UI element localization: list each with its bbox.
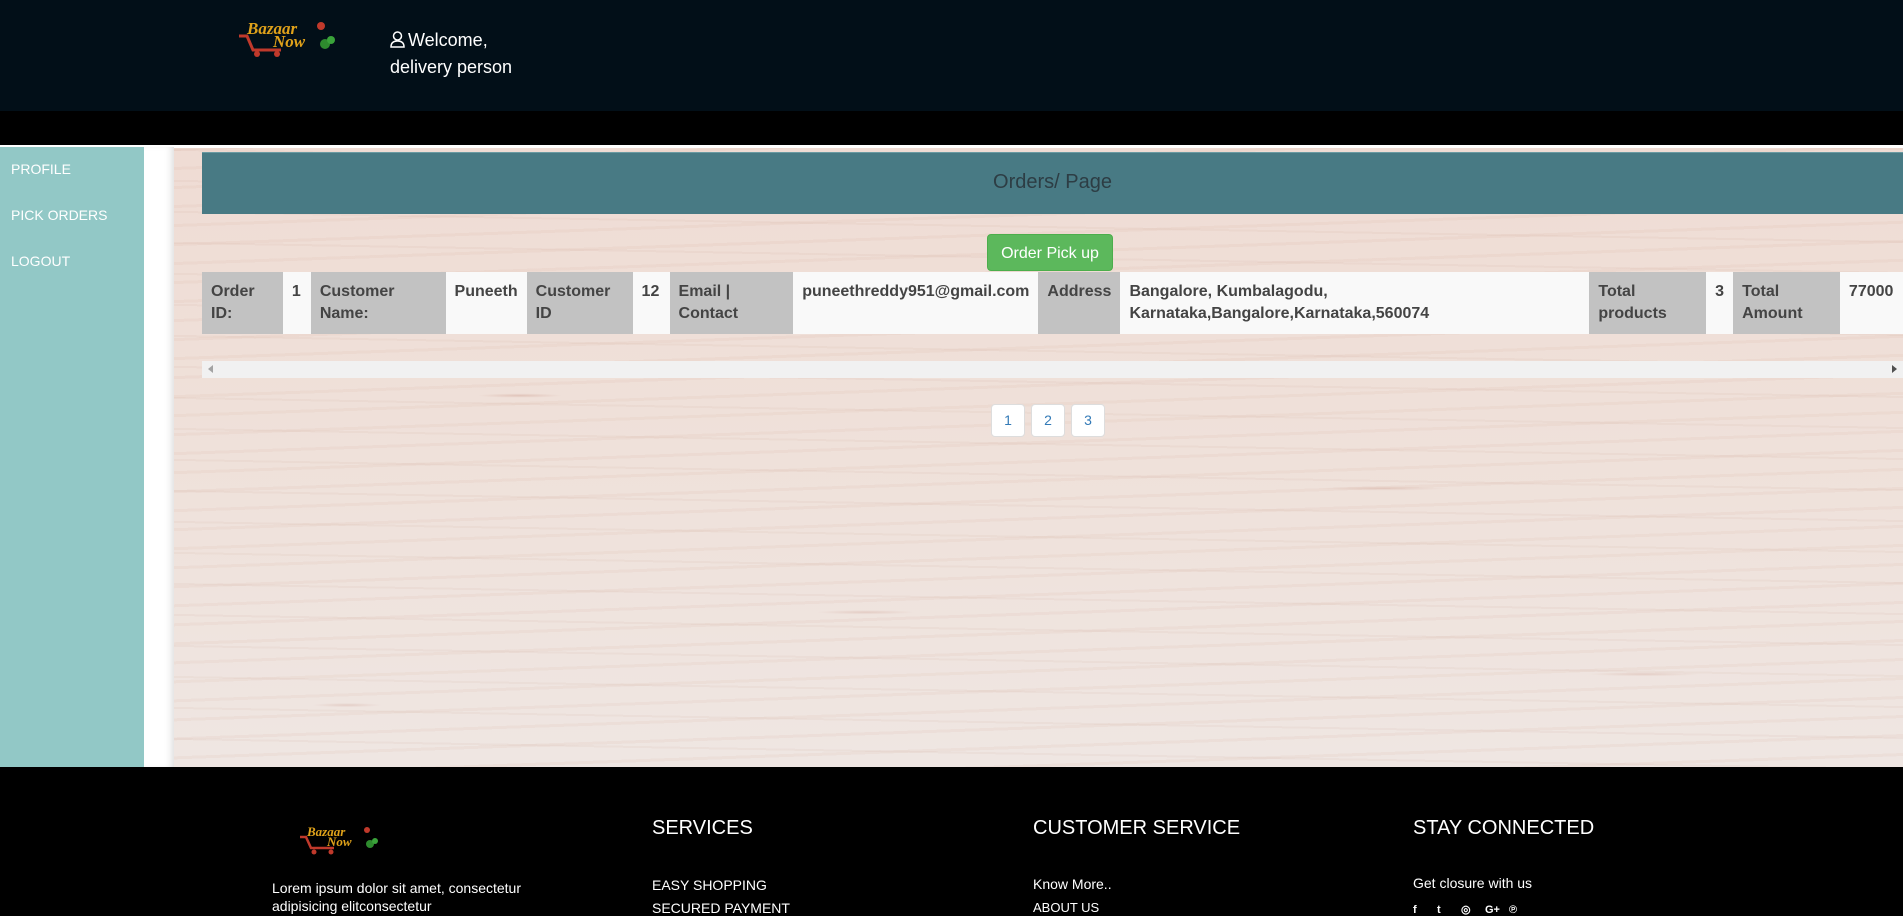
total-products-label: Total products	[1589, 272, 1707, 334]
page-title: Orders/ Page	[993, 171, 1112, 193]
email-contact-label: Email | Contact	[669, 272, 794, 334]
services-heading: SERVICES	[652, 817, 753, 839]
stay-connected-subtitle: Get closure with us	[1413, 875, 1533, 891]
sidebar-item-pick-orders[interactable]: PICK ORDERS	[11, 207, 107, 223]
customer-name-label: Customer Name:	[310, 272, 446, 334]
welcome-message: Welcome, delivery person	[390, 28, 512, 80]
table-row: Order ID: 1 Customer Name: Puneeth Custo…	[202, 272, 1903, 334]
page-link-1[interactable]: 1	[991, 404, 1025, 437]
total-amount-value: 77000	[1839, 272, 1903, 334]
order-table: Order ID: 1 Customer Name: Puneeth Custo…	[202, 272, 1903, 334]
user-icon	[390, 30, 405, 55]
about-us-link[interactable]: ABOUT US	[1033, 900, 1099, 915]
bazaar-now-logo[interactable]: Bazaar Now	[233, 20, 345, 58]
stay-connected-heading: STAY CONNECTED	[1413, 817, 1595, 839]
header-band	[0, 111, 1903, 146]
order-id-value: 1	[282, 272, 311, 334]
page-link-2[interactable]: 2	[1031, 404, 1065, 437]
footer-logo[interactable]: Bazaar Now	[296, 825, 386, 855]
facebook-icon[interactable]: f	[1413, 904, 1425, 916]
footer-description: Lorem ipsum dolor sit amet, consectetur …	[272, 880, 521, 914]
orders-panel-heading: Orders/ Page	[202, 152, 1903, 214]
logo-text-bottom: Now	[272, 32, 306, 51]
address-label: Address	[1038, 272, 1121, 334]
sidebar-item-profile[interactable]: PROFILE	[11, 161, 71, 177]
top-header: Bazaar Now Welcome, delivery person	[0, 0, 1903, 111]
sidebar-gutter	[144, 147, 174, 767]
sidebar-item-logout[interactable]: LOGOUT	[11, 253, 70, 269]
social-links: f t ◎ G+ ℗	[1413, 904, 1521, 916]
services-item-easy-shopping[interactable]: EASY SHOPPING	[652, 877, 767, 893]
pagination: 123	[991, 404, 1111, 437]
main-content: Orders/ Page Order Pick up Order ID: 1 C…	[174, 148, 1903, 767]
welcome-line1: Welcome,	[408, 30, 488, 50]
footer: Bazaar Now Lorem ipsum dolor sit amet, c…	[0, 767, 1903, 916]
pinterest-icon[interactable]: ℗	[1509, 904, 1521, 916]
footer-logo-text-bottom: Now	[326, 834, 352, 849]
know-more-link[interactable]: Know More..	[1033, 876, 1112, 892]
welcome-line2: delivery person	[390, 57, 513, 77]
email-value: puneethreddy951@gmail.com	[793, 272, 1039, 334]
google-plus-icon[interactable]: G+	[1485, 904, 1500, 916]
sidebar: PROFILE PICK ORDERS LOGOUT	[0, 147, 144, 767]
address-value: Bangalore, Kumbalagodu, Karnataka,Bangal…	[1120, 272, 1590, 334]
order-pickup-button[interactable]: Order Pick up	[987, 234, 1113, 271]
customer-id-label: Customer ID	[526, 272, 633, 334]
horizontal-scrollbar[interactable]	[202, 361, 1903, 378]
scroll-right-icon[interactable]	[1892, 365, 1897, 373]
customer-id-value: 12	[632, 272, 670, 334]
scroll-left-icon[interactable]	[208, 365, 213, 373]
twitter-icon[interactable]: t	[1437, 904, 1449, 916]
total-products-value: 3	[1706, 272, 1734, 334]
total-amount-label: Total Amount	[1733, 272, 1840, 334]
page-link-3[interactable]: 3	[1071, 404, 1105, 437]
customer-service-heading: CUSTOMER SERVICE	[1033, 817, 1241, 839]
instagram-icon[interactable]: ◎	[1461, 904, 1473, 916]
customer-name-value: Puneeth	[445, 272, 527, 334]
order-id-label: Order ID:	[202, 272, 283, 334]
